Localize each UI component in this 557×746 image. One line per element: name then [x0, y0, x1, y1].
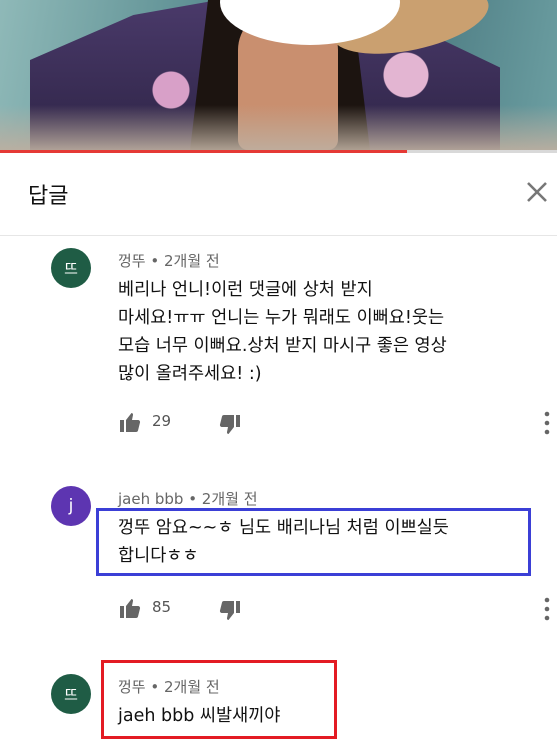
dislike-icon[interactable]: [218, 599, 242, 623]
avatar[interactable]: 뜨: [51, 248, 91, 288]
close-icon: [527, 182, 547, 202]
like-icon[interactable]: [118, 596, 142, 620]
avatar[interactable]: 뜨: [51, 674, 91, 714]
like-count: 85: [152, 598, 172, 616]
comment-line: 많이 올려주세요! :): [118, 364, 262, 384]
page-title: 답글: [28, 184, 69, 209]
comment-body: 베리나 언니!이런 댓글에 상처 받지 마세요!ㅠㅠ 언니는 누가 뭐래도 이뻐…: [118, 276, 538, 388]
more-options-icon[interactable]: [541, 410, 553, 436]
comment-line: 모습 너무 이뻐요.상처 받지 마시구 좋은 영상: [118, 336, 447, 356]
video-player[interactable]: [0, 0, 557, 150]
comment-meta: jaeh bbb • 2개월 전: [118, 490, 258, 508]
avatar[interactable]: j: [51, 486, 91, 526]
comment-meta: 껑뚜 • 2개월 전: [118, 252, 220, 270]
dislike-icon[interactable]: [218, 413, 242, 437]
close-button[interactable]: [520, 175, 554, 209]
like-icon[interactable]: [118, 410, 142, 434]
replies-header: 답글: [0, 153, 557, 236]
comment-line: 마세요!ㅠㅠ 언니는 누가 뭐래도 이뻐요!웃는: [118, 308, 445, 328]
more-options-icon[interactable]: [541, 596, 553, 622]
video-frame-shore: [0, 105, 557, 150]
highlight-box-blue: [96, 508, 531, 576]
like-count: 29: [152, 412, 172, 430]
comment-line: 베리나 언니!이런 댓글에 상처 받지: [118, 280, 373, 300]
highlight-box-red: [101, 660, 337, 739]
